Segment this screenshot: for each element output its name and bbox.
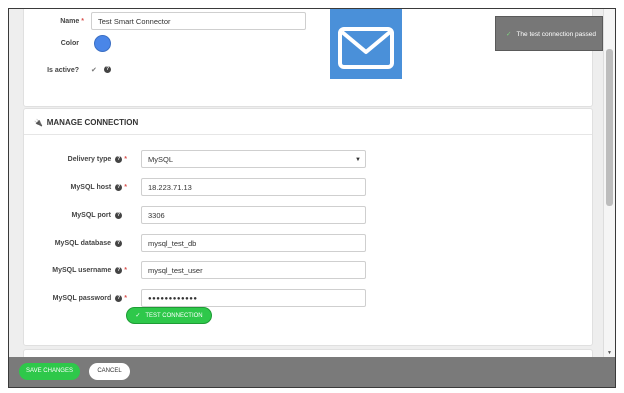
toast-message: The test connection passed: [516, 31, 596, 38]
cancel-button[interactable]: CANCEL: [89, 363, 130, 380]
envelope-icon: [330, 9, 402, 79]
username-input[interactable]: mysql_test_user: [141, 261, 366, 279]
help-icon: ?: [115, 184, 123, 191]
help-icon: ?: [115, 295, 123, 302]
delivery-type-select[interactable]: MySQL ▼: [141, 150, 366, 168]
scrollbar[interactable]: ▼: [603, 9, 615, 357]
color-label: Color: [60, 40, 79, 47]
footer-bar: SAVE CHANGES CANCEL: [9, 357, 615, 387]
active-label: Is active?: [47, 67, 79, 74]
name-label: Name *: [60, 18, 84, 25]
active-checkbox[interactable]: ✔: [91, 66, 97, 74]
app-window: Name * Test Smart Connector Color Is acti…: [8, 8, 616, 388]
required-mark: *: [124, 295, 127, 302]
scroll-down-icon[interactable]: ▼: [607, 350, 612, 356]
port-label: MySQL port?: [71, 212, 122, 219]
help-icon[interactable]: ?: [104, 66, 111, 73]
database-input[interactable]: mysql_test_db: [141, 234, 366, 252]
manage-connection-card: 🔌 MANAGE CONNECTION Delivery type? * MySQL…: [23, 108, 593, 346]
help-icon: ?: [115, 240, 122, 247]
scrollbar-thumb[interactable]: [606, 49, 613, 206]
chevron-down-icon: ▼: [355, 157, 361, 163]
divider: [24, 134, 592, 135]
form-content: Name * Test Smart Connector Color Is acti…: [9, 9, 603, 357]
success-toast: ✓ The test connection passed: [495, 16, 603, 51]
required-mark: *: [124, 267, 127, 274]
password-input[interactable]: ●●●●●●●●●●●●: [141, 289, 366, 307]
required-mark: *: [124, 156, 127, 163]
section-title: 🔌 MANAGE CONNECTION: [34, 118, 139, 127]
check-icon: ✓: [506, 31, 512, 38]
test-connection-button[interactable]: ✓ TEST CONNECTION: [126, 307, 212, 324]
help-icon: ?: [115, 267, 123, 274]
required-mark: *: [124, 184, 127, 191]
name-input[interactable]: Test Smart Connector: [91, 12, 306, 30]
host-input[interactable]: 18.223.71.13: [141, 178, 366, 196]
check-icon: ✓: [135, 313, 141, 319]
database-label: MySQL database?: [54, 240, 122, 247]
password-label: MySQL password? *: [52, 295, 127, 302]
host-label: MySQL host? *: [70, 184, 127, 191]
delivery-type-label: Delivery type? *: [67, 156, 127, 163]
save-changes-button[interactable]: SAVE CHANGES: [19, 363, 80, 380]
help-icon: ?: [115, 212, 122, 219]
port-input[interactable]: 3306: [141, 206, 366, 224]
help-icon: ?: [115, 156, 123, 163]
next-card: [23, 349, 593, 357]
color-picker[interactable]: [94, 35, 111, 52]
required-mark: *: [81, 18, 84, 25]
username-label: MySQL username? *: [52, 267, 127, 274]
plug-icon: 🔌: [34, 120, 43, 127]
